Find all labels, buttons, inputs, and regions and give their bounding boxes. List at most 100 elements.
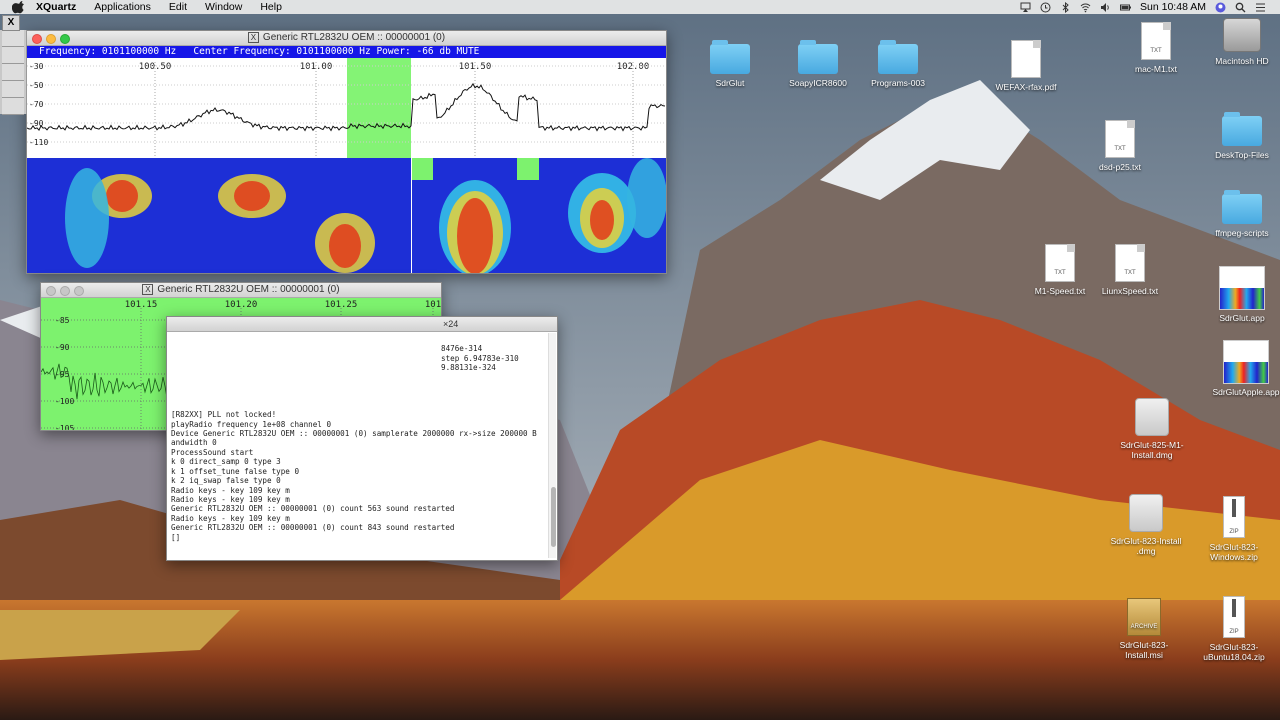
zoom-button[interactable] (60, 34, 70, 44)
zoom-window-titlebar[interactable]: X Generic RTL2832U OEM :: 00000001 (0) (41, 283, 441, 298)
desktop-icon-desktop-files[interactable]: DeskTop-Files (1204, 112, 1280, 160)
desktop-icon-label: dsd-p25.txt (1098, 162, 1142, 172)
menu-window[interactable]: Window (196, 0, 251, 14)
waterfall-signal (65, 168, 109, 268)
hidden-window-edge[interactable] (0, 30, 27, 115)
spotlight-search-icon[interactable] (1235, 2, 1246, 13)
airplay-icon[interactable] (1020, 2, 1031, 13)
y-tick-label: -85 (55, 316, 70, 325)
terminal-titlebar[interactable]: ×24 (167, 317, 557, 332)
desktop-icon-liunxspeed-txt[interactable]: TXT LiunxSpeed.txt (1092, 244, 1168, 296)
terminal-line: [R82XX] PLL not locked! (171, 410, 277, 420)
spectrum-background (27, 58, 666, 158)
terminal-line: Generic RTL2832U OEM :: 00000001 (0) cou… (171, 523, 455, 533)
zip-icon: ZIP (1223, 596, 1245, 638)
zoom-window-title: Generic RTL2832U OEM :: 00000001 (0) (157, 284, 340, 295)
desktop-icon-sdrglut-app[interactable]: SdrGlut.app (1204, 266, 1280, 323)
desktop-icon-label: SdrGlut (715, 78, 745, 88)
close-button[interactable] (46, 286, 56, 296)
desktop-icon-dsd-p25-txt[interactable]: TXT dsd-p25.txt (1082, 120, 1158, 172)
desktop-icon-ffmpeg-scripts[interactable]: ffmpeg-scripts (1204, 190, 1280, 238)
x-tick-label: 101 (425, 300, 441, 310)
close-button[interactable] (32, 34, 42, 44)
volume-icon[interactable] (1100, 2, 1111, 13)
user-avatar-icon[interactable] (1215, 2, 1226, 13)
desktop-icon-label: SdrGlut-825-M1-Install.dmg (1120, 440, 1184, 460)
x-tick-label: 101.20 (225, 300, 258, 310)
desktop-icon-sdrglut-823-install-msi[interactable]: ARCHIVE SdrGlut-823-Install.msi (1106, 598, 1182, 660)
spectrum-window[interactable]: X Generic RTL2832U OEM :: 00000001 (0) Fr… (26, 30, 667, 274)
x-tick-label: 101.15 (125, 300, 158, 310)
desktop-icon-label: SdrGlut-823-uBuntu18.04.zip (1203, 642, 1265, 662)
folder-icon (1222, 112, 1262, 146)
desktop-icon-wefax-rfax-pdf[interactable]: WEFAX-rfax.pdf (988, 40, 1064, 92)
bluetooth-icon[interactable] (1060, 1, 1071, 13)
desktop-icon-label: ffmpeg-scripts (1215, 228, 1269, 238)
menu-applications[interactable]: Applications (85, 0, 160, 14)
desktop-icon-programs-003[interactable]: Programs-003 (860, 40, 936, 88)
desktop-icon-sdrglutapple-app[interactable]: SdrGlutApple.app (1208, 340, 1280, 397)
terminal-line: Radio keys - key 109 key m (171, 513, 290, 523)
terminal-output[interactable]: 8476e-314 step 6.94783e-310 9.88131e-324 [… (171, 335, 543, 557)
desktop-icon-label: DeskTop-Files (1215, 150, 1269, 160)
desktop-icon-mac-m1-txt[interactable]: TXT mac-M1.txt (1118, 22, 1194, 74)
desktop-icon-soapyicr8600[interactable]: SoapyICR8600 (780, 40, 856, 88)
waterfall-divider (411, 158, 412, 273)
desktop-icon-m1-speed-txt[interactable]: TXT M1-Speed.txt (1022, 244, 1098, 296)
frequency-readout: Frequency: 0101100000 Hz Center Frequenc… (27, 46, 666, 58)
desktop-icon-sdrglut-823-ubuntu18-04-zip[interactable]: ZIP SdrGlut-823-uBuntu18.04.zip (1196, 596, 1272, 662)
menu-clock[interactable]: Sun 10:48 AM (1140, 1, 1206, 13)
app-icon (1223, 340, 1269, 384)
waterfall-signal (590, 200, 614, 240)
battery-icon[interactable] (1120, 2, 1132, 13)
x11-icon: X (142, 283, 154, 295)
time-machine-icon[interactable] (1040, 2, 1051, 13)
terminal-line: [] (171, 532, 181, 542)
menu-app-name[interactable]: XQuartz (32, 0, 85, 14)
terminal-scrollbar-thumb[interactable] (551, 487, 556, 547)
waterfall-signal (329, 224, 361, 268)
spectrum-plot[interactable]: 100.50 101.00 101.50 102.00-30-50-70-90-110… (27, 58, 666, 273)
minimize-button[interactable] (46, 34, 56, 44)
desktop-icon-label: SdrGlutApple.app (1212, 387, 1280, 397)
menu-help[interactable]: Help (251, 0, 291, 14)
terminal-line: Device Generic RTL2832U OEM :: 00000001 … (171, 429, 537, 439)
desktop-icon-label: LiunxSpeed.txt (1101, 286, 1159, 296)
terminal-line: Generic RTL2832U OEM :: 00000001 (0) cou… (171, 504, 455, 514)
txt-icon: TXT (1141, 22, 1171, 60)
terminal-line: step 6.94783e-310 (441, 353, 519, 363)
minimize-button[interactable] (60, 286, 70, 296)
dmg-icon (1135, 398, 1169, 436)
y-tick-label: -105 (55, 424, 74, 430)
spectrum-window-titlebar[interactable]: X Generic RTL2832U OEM :: 00000001 (0) (27, 31, 666, 46)
terminal-line: Radio keys - key 109 key m (171, 485, 290, 495)
folder-icon (798, 40, 838, 74)
desktop-icon-sdrglut-823-install-dmg[interactable]: SdrGlut-823-Install .dmg (1108, 494, 1184, 556)
wifi-icon[interactable] (1080, 2, 1091, 13)
y-tick-label: -90 (55, 343, 70, 352)
desktop-icon-label: SdrGlut-823-Install.msi (1119, 640, 1169, 660)
apple-menu-icon[interactable] (12, 0, 26, 14)
desktop-icon-macintosh-hd[interactable]: Macintosh HD (1204, 18, 1280, 66)
notification-center-icon[interactable] (1255, 2, 1266, 13)
pdf-icon (1011, 40, 1041, 78)
desktop-icon-label: Programs-003 (871, 78, 925, 88)
desktop-icon-sdrglut-825-m1-install-dmg[interactable]: SdrGlut-825-M1-Install.dmg (1114, 398, 1190, 460)
terminal-line: andwidth 0 (171, 438, 217, 448)
waterfall-signal (106, 180, 138, 212)
waterfall-thumbnail (1224, 362, 1268, 383)
zoom-button[interactable] (74, 286, 84, 296)
desktop-icon-sdrglut[interactable]: SdrGlut (692, 40, 768, 88)
x11-window-icon[interactable]: X (2, 15, 20, 31)
terminal-line: k 1 offset_tune false type 0 (171, 466, 300, 476)
txt-icon: TXT (1115, 244, 1145, 282)
desktop-icon-sdrglut-823-windows-zip[interactable]: ZIP SdrGlut-823-Windows.zip (1196, 496, 1272, 562)
menu-edit[interactable]: Edit (160, 0, 196, 14)
y-tick-label: -110 (29, 138, 48, 147)
txt-icon: TXT (1105, 120, 1135, 158)
terminal-window[interactable]: ×24 8476e-314 step 6.94783e-310 9.88131e-3… (166, 316, 558, 561)
x-tick-label: 101.00 (300, 62, 333, 72)
desktop-icon-label: mac-M1.txt (1134, 64, 1178, 74)
